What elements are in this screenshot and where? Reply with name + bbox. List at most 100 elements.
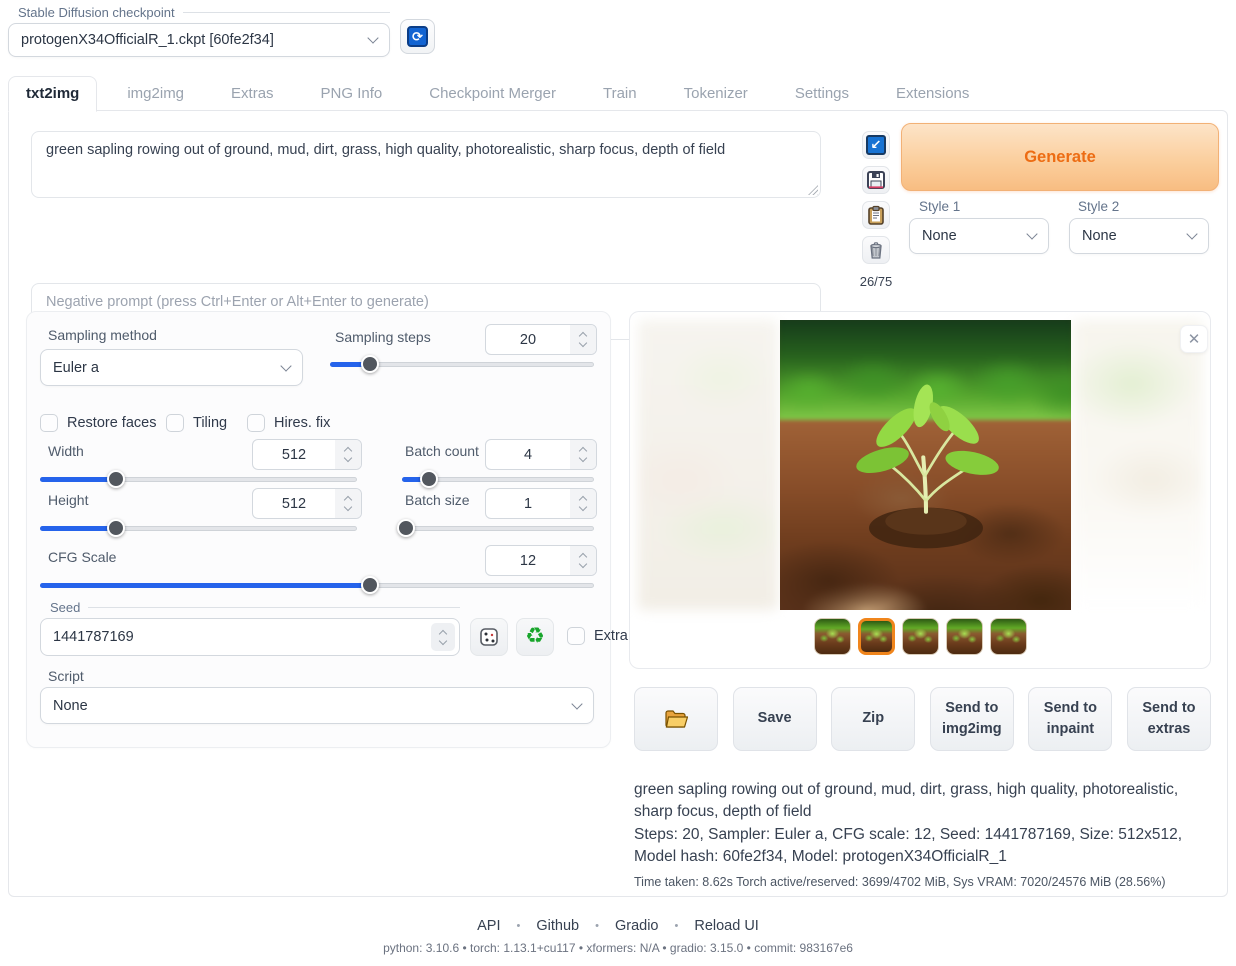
stepper-icon[interactable] bbox=[570, 489, 596, 518]
script-dropdown[interactable]: None bbox=[40, 687, 594, 724]
restore-faces-checkbox[interactable]: Restore faces bbox=[40, 414, 156, 432]
stepper-icon[interactable] bbox=[431, 623, 455, 651]
footer-link-reload-ui[interactable]: Reload UI bbox=[694, 918, 758, 934]
style2-dropdown[interactable]: None bbox=[1069, 218, 1209, 254]
tab-train[interactable]: Train bbox=[586, 77, 654, 111]
tab-tokenizer[interactable]: Tokenizer bbox=[667, 77, 765, 111]
generated-image[interactable] bbox=[780, 320, 1071, 610]
cfg-scale-slider[interactable] bbox=[40, 576, 594, 594]
batch-size-slider[interactable] bbox=[402, 519, 594, 537]
random-seed-button[interactable] bbox=[470, 618, 508, 656]
paste-params-icon: ↙ bbox=[866, 135, 886, 155]
seed-input[interactable]: 1441787169 bbox=[40, 618, 460, 656]
style2-label: Style 2 bbox=[1078, 199, 1119, 214]
reuse-seed-button[interactable]: ♻ bbox=[516, 618, 554, 656]
extra-seed-checkbox[interactable]: Extra bbox=[567, 627, 628, 645]
gallery-ghost-left bbox=[638, 320, 778, 610]
chevron-down-icon bbox=[1026, 228, 1037, 239]
sampling-steps-label: Sampling steps bbox=[335, 329, 431, 345]
batch-count-value: 4 bbox=[486, 440, 570, 469]
batch-count-label: Batch count bbox=[405, 443, 479, 459]
footer-link-api[interactable]: API bbox=[477, 918, 500, 934]
footer-link-github[interactable]: Github bbox=[536, 918, 579, 934]
zip-button[interactable]: Zip bbox=[831, 687, 915, 751]
close-icon: ✕ bbox=[1188, 330, 1201, 348]
checkpoint-label: Stable Diffusion checkpoint bbox=[8, 5, 175, 20]
cfg-scale-input[interactable]: 12 bbox=[485, 545, 597, 576]
open-folder-button[interactable] bbox=[634, 687, 718, 751]
hires-fix-label: Hires. fix bbox=[274, 415, 330, 431]
width-input[interactable]: 512 bbox=[252, 439, 362, 470]
trash-icon bbox=[866, 240, 886, 260]
seed-label-row: Seed bbox=[40, 600, 460, 615]
save-button[interactable]: Save bbox=[733, 687, 817, 751]
tab-extensions[interactable]: Extensions bbox=[879, 77, 986, 111]
stepper-icon[interactable] bbox=[335, 489, 361, 518]
thumbnail-2[interactable] bbox=[858, 618, 895, 655]
style1-value: None bbox=[922, 228, 1028, 244]
tab-settings[interactable]: Settings bbox=[778, 77, 866, 111]
slider-thumb[interactable] bbox=[361, 355, 379, 373]
tab-png-info[interactable]: PNG Info bbox=[304, 77, 400, 111]
height-slider[interactable] bbox=[40, 519, 357, 537]
slider-thumb[interactable] bbox=[420, 470, 438, 488]
sampling-steps-input[interactable]: 20 bbox=[485, 324, 597, 355]
footer-link-gradio[interactable]: Gradio bbox=[615, 918, 659, 934]
apply-style-button[interactable] bbox=[862, 201, 890, 229]
thumbnail-3[interactable] bbox=[902, 618, 939, 655]
height-input[interactable]: 512 bbox=[252, 488, 362, 519]
hires-fix-checkbox[interactable]: Hires. fix bbox=[247, 414, 330, 432]
stepper-icon[interactable] bbox=[570, 546, 596, 575]
batch-size-input[interactable]: 1 bbox=[485, 488, 597, 519]
send-to-extras-button[interactable]: Send to extras bbox=[1127, 687, 1211, 751]
tab-extras[interactable]: Extras bbox=[214, 77, 291, 111]
paste-params-button[interactable]: ↙ bbox=[862, 131, 890, 159]
style1-dropdown[interactable]: None bbox=[909, 218, 1049, 254]
slider-thumb[interactable] bbox=[361, 576, 379, 594]
thumbnail-5[interactable] bbox=[990, 618, 1027, 655]
result-gallery: ✕ bbox=[629, 311, 1211, 669]
thumbnail-1[interactable] bbox=[814, 618, 851, 655]
bullet-separator: • bbox=[517, 920, 521, 932]
stepper-icon[interactable] bbox=[570, 440, 596, 469]
send-to-img2img-button[interactable]: Send to img2img bbox=[930, 687, 1014, 751]
height-value: 512 bbox=[253, 489, 335, 518]
footer: API • Github • Gradio • Reload UI python… bbox=[0, 918, 1236, 955]
close-gallery-button[interactable]: ✕ bbox=[1180, 325, 1208, 353]
open-folder-icon bbox=[664, 709, 688, 729]
save-style-button[interactable] bbox=[862, 166, 890, 194]
stepper-icon[interactable] bbox=[335, 440, 361, 469]
floppy-disk-icon bbox=[866, 170, 886, 190]
sampling-steps-slider[interactable] bbox=[330, 355, 594, 373]
main-tabs: txt2img img2img Extras PNG Info Checkpoi… bbox=[8, 74, 999, 111]
prompt-input[interactable]: green sapling rowing out of ground, mud,… bbox=[32, 132, 820, 197]
generation-info: green sapling rowing out of ground, mud,… bbox=[634, 779, 1212, 889]
width-slider[interactable] bbox=[40, 470, 357, 488]
slider-thumb[interactable] bbox=[397, 519, 415, 537]
checkpoint-dropdown[interactable]: protogenX34OfficialR_1.ckpt [60fe2f34] bbox=[8, 23, 390, 57]
tab-txt2img[interactable]: txt2img bbox=[8, 76, 97, 112]
send-to-inpaint-button[interactable]: Send to inpaint bbox=[1028, 687, 1112, 751]
dice-icon bbox=[478, 626, 500, 648]
batch-count-input[interactable]: 4 bbox=[485, 439, 597, 470]
slider-thumb[interactable] bbox=[107, 519, 125, 537]
tab-img2img[interactable]: img2img bbox=[110, 77, 201, 111]
style2-value: None bbox=[1082, 228, 1188, 244]
thumbnail-4[interactable] bbox=[946, 618, 983, 655]
sampling-method-dropdown[interactable]: Euler a bbox=[40, 349, 303, 386]
batch-count-slider[interactable] bbox=[402, 470, 594, 488]
slider-thumb[interactable] bbox=[107, 470, 125, 488]
cfg-scale-label: CFG Scale bbox=[48, 549, 116, 565]
generate-button[interactable]: Generate bbox=[901, 123, 1219, 191]
stepper-icon[interactable] bbox=[570, 325, 596, 354]
checkpoint-value: protogenX34OfficialR_1.ckpt [60fe2f34] bbox=[21, 32, 369, 48]
prompt-field: green sapling rowing out of ground, mud,… bbox=[31, 131, 821, 198]
script-value: None bbox=[53, 698, 573, 714]
stable-diffusion-webui: Stable Diffusion checkpoint protogenX34O… bbox=[0, 0, 1236, 966]
sampling-steps-value: 20 bbox=[486, 325, 570, 354]
clear-prompt-button[interactable] bbox=[862, 236, 890, 264]
tiling-checkbox[interactable]: Tiling bbox=[166, 414, 227, 432]
chevron-down-icon bbox=[1186, 228, 1197, 239]
refresh-checkpoint-button[interactable]: ⟳ bbox=[400, 19, 435, 54]
tab-checkpoint-merger[interactable]: Checkpoint Merger bbox=[412, 77, 573, 111]
